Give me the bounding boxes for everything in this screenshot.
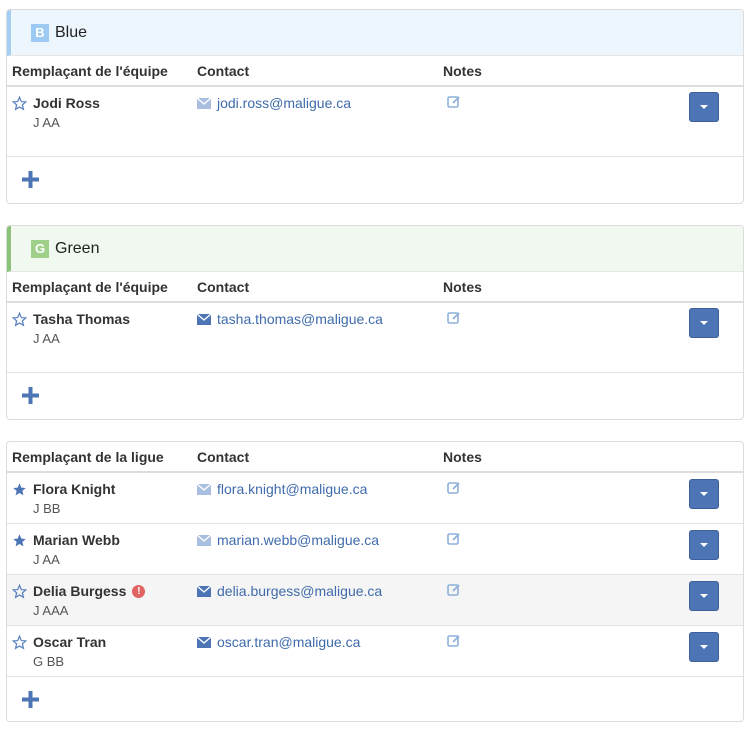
team-name: Blue [55, 23, 88, 41]
caret-down-icon [700, 645, 708, 649]
envelope-icon [197, 97, 211, 109]
player-name: Tasha Thomas [33, 311, 130, 327]
player-level: J BB [33, 501, 61, 516]
row-actions-dropdown-button[interactable] [689, 92, 719, 122]
player-name: Jodi Ross [33, 95, 100, 111]
player-name: Flora Knight [33, 481, 116, 497]
player-level: J AA [33, 552, 60, 567]
header-contact: Contact [197, 278, 250, 295]
caret-down-icon [700, 543, 708, 547]
table-header: Remplaçant de l'équipe Contact Notes [7, 272, 743, 303]
team-letter-badge: B [31, 23, 49, 42]
player-level: G BB [33, 654, 65, 669]
edit-notes-icon[interactable] [447, 481, 461, 495]
caret-down-icon [700, 492, 708, 496]
header-notes: Notes [443, 278, 482, 295]
add-player-plus-icon[interactable] [22, 171, 39, 188]
row-actions-dropdown-button[interactable] [689, 308, 719, 338]
table-row: Oscar Tran G BB oscar.tran@maligue.ca [7, 626, 743, 677]
row-actions-dropdown-button[interactable] [689, 530, 719, 560]
team-heading-green: G Green [7, 226, 743, 272]
email-link[interactable]: delia.burgess@maligue.ca [217, 583, 382, 599]
table-header: Remplaçant de la ligue Contact Notes [7, 442, 743, 473]
email-link[interactable]: oscar.tran@maligue.ca [217, 634, 360, 650]
table-row: Marian Webb J AA marian.webb@maligue.ca [7, 524, 743, 575]
star-outline-icon[interactable] [12, 311, 27, 327]
star-outline-icon[interactable] [12, 95, 27, 111]
envelope-icon [197, 636, 211, 648]
envelope-icon [197, 534, 211, 546]
edit-notes-icon[interactable] [447, 583, 461, 597]
email-link[interactable]: flora.knight@maligue.ca [217, 481, 367, 497]
player-name: Delia Burgess [33, 583, 127, 599]
caret-down-icon [700, 321, 708, 325]
table-row: Tasha Thomas J AA tasha.thomas@maligue.c… [7, 303, 743, 373]
edit-notes-icon[interactable] [447, 532, 461, 546]
team-name: Green [55, 239, 100, 257]
player-name: Oscar Tran [33, 634, 107, 650]
header-notes: Notes [443, 62, 482, 79]
header-notes: Notes [443, 448, 482, 465]
star-outline-icon[interactable] [12, 634, 27, 650]
player-level: J AA [33, 331, 60, 346]
email-link[interactable]: jodi.ross@maligue.ca [217, 95, 351, 111]
table-row: Jodi Ross J AA jodi.ross@maligue.ca [7, 87, 743, 157]
row-actions-dropdown-button[interactable] [689, 581, 719, 611]
header-team-substitute: Remplaçant de l'équipe [12, 62, 168, 79]
header-contact: Contact [197, 62, 250, 79]
edit-notes-icon[interactable] [447, 95, 461, 109]
edit-notes-icon[interactable] [447, 311, 461, 325]
row-actions-dropdown-button[interactable] [689, 479, 719, 509]
team-panel-green: G Green Remplaçant de l'équipe Contact N… [6, 225, 744, 420]
player-level: J AAA [33, 603, 69, 618]
caret-down-icon [700, 105, 708, 109]
league-substitutes-panel: Remplaçant de la ligue Contact Notes Flo… [6, 441, 744, 722]
player-name: Marian Webb [33, 532, 120, 548]
star-filled-icon[interactable] [12, 533, 27, 548]
team-letter-badge: G [31, 239, 49, 258]
email-link[interactable]: tasha.thomas@maligue.ca [217, 311, 383, 327]
team-heading-blue: B Blue [7, 10, 743, 56]
row-actions-dropdown-button[interactable] [689, 632, 719, 662]
star-outline-icon[interactable] [12, 583, 27, 599]
table-header: Remplaçant de l'équipe Contact Notes [7, 56, 743, 87]
header-league-substitute: Remplaçant de la ligue [12, 448, 164, 465]
team-panel-blue: B Blue Remplaçant de l'équipe Contact No… [6, 9, 744, 204]
player-level: J AA [33, 115, 60, 130]
header-contact: Contact [197, 448, 250, 465]
envelope-icon [197, 313, 211, 325]
envelope-icon [197, 483, 211, 495]
add-player-plus-icon[interactable] [22, 387, 39, 404]
add-player-plus-icon[interactable] [22, 691, 39, 708]
table-row: Delia Burgess ! J AAA delia.burgess@mali… [7, 575, 743, 626]
header-team-substitute: Remplaçant de l'équipe [12, 278, 168, 295]
caret-down-icon [700, 594, 708, 598]
warning-icon: ! [132, 584, 146, 598]
email-link[interactable]: marian.webb@maligue.ca [217, 532, 379, 548]
envelope-icon [197, 585, 211, 597]
edit-notes-icon[interactable] [447, 634, 461, 648]
star-filled-icon[interactable] [12, 482, 27, 497]
table-row: Flora Knight J BB flora.knight@maligue.c… [7, 473, 743, 524]
